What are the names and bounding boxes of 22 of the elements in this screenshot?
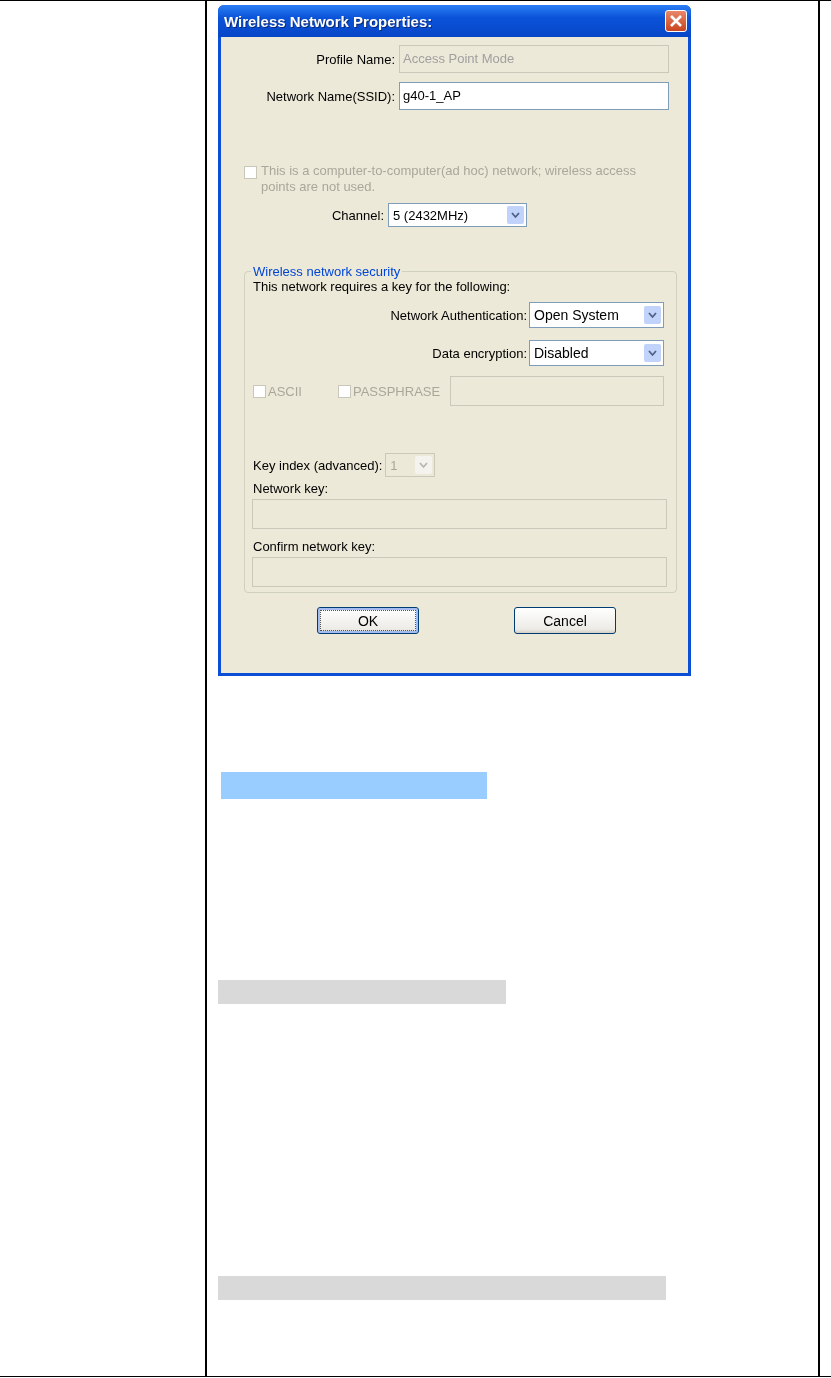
field-label: Network Name(SSID): xyxy=(265,88,396,104)
checkbox-label: This is a computer-to-computer(ad hoc) network; wireless access points are not used. xyxy=(261,163,637,195)
channel-dropdown[interactable]: 5 (2432MHz) xyxy=(388,203,527,227)
field-label: Confirm network key: xyxy=(253,539,377,554)
dropdown[interactable]: Open System xyxy=(529,302,664,328)
checkbox-label: ASCII xyxy=(268,383,302,399)
checkbox-label: PASSPHRASE xyxy=(352,383,441,399)
ok-button[interactable]: OK xyxy=(317,607,419,634)
field-label: Profile Name: xyxy=(315,51,396,67)
dropdown[interactable]: Disabled xyxy=(529,340,664,366)
window-title: Wireless Network Properties: xyxy=(224,12,433,30)
field-label: Network Authentication: xyxy=(390,307,528,323)
field-label: Channel: xyxy=(330,207,385,223)
close-icon xyxy=(669,14,683,28)
field-label: Network key: xyxy=(253,481,330,496)
instruction-text: This network requires a key for the following: xyxy=(253,279,512,294)
text-field[interactable]: g40-1_AP xyxy=(399,82,669,110)
cancel-button[interactable]: Cancel xyxy=(514,607,616,634)
field-label: Data encryption: xyxy=(432,345,528,361)
close-button[interactable] xyxy=(665,10,687,32)
group-title: Wireless network security xyxy=(252,264,402,279)
field-label: Key index (advanced): xyxy=(253,457,383,473)
